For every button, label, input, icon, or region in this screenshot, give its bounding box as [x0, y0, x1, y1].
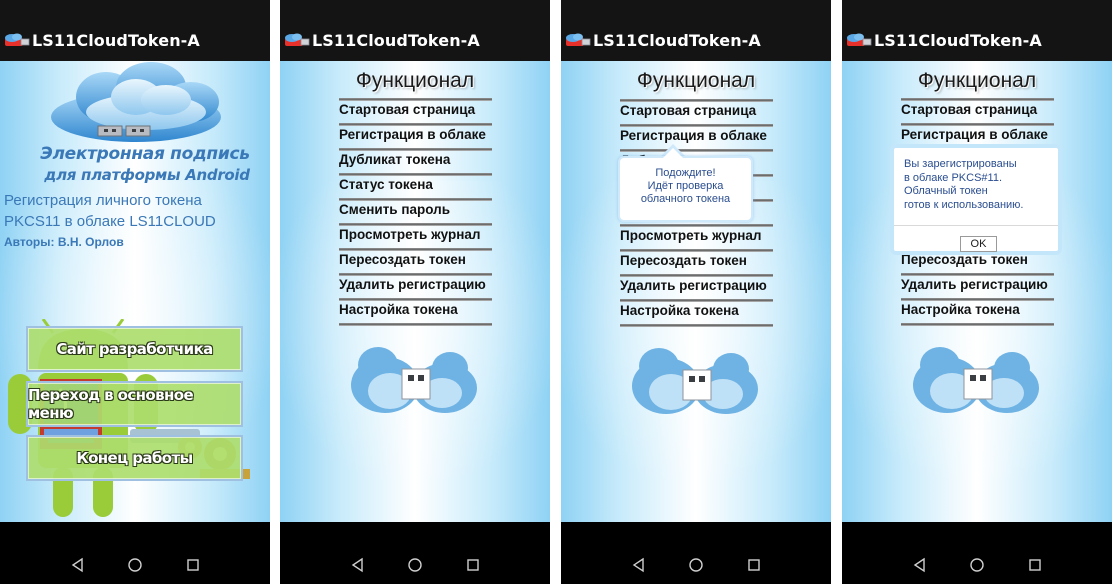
registration-line-2: PKCS11 в облаке LS11CLOUD — [4, 213, 216, 230]
phone-screen-result: LS11CloudToken-A Функционал Стартовая ст… — [842, 0, 1112, 584]
back-icon[interactable] — [631, 557, 647, 573]
app-title: LS11CloudToken-A — [874, 31, 1042, 50]
app-title: LS11CloudToken-A — [593, 31, 761, 50]
developer-site-button[interactable]: Сайт разработчика — [26, 326, 243, 372]
splash-content: Электронная подпись для платформы Androi… — [0, 61, 270, 522]
recents-icon[interactable] — [465, 557, 481, 573]
menu-heading: Функционал — [636, 69, 756, 92]
menu-item-recreate-token[interactable]: Пересоздать токен — [620, 249, 773, 274]
dialog-line-2: в облаке PKCS#11. — [904, 171, 1003, 184]
menu-item-delete-registration[interactable]: Удалить регистрацию — [901, 273, 1054, 298]
progress-line-1: Подождите! — [655, 167, 716, 179]
menu-content: Функционал Стартовая страница Регистраци… — [280, 61, 550, 522]
dialog-line-3: Облачный токен — [904, 185, 988, 197]
cloud-usb-icon — [351, 347, 477, 413]
menu-item-token-settings[interactable]: Настройка токена — [620, 299, 773, 327]
dialog-divider — [894, 225, 1058, 226]
menu-item-start-page[interactable]: Стартовая страница — [339, 98, 492, 123]
phone-screen-splash: LS11CloudToken-A Электронная подпись для… — [0, 0, 270, 584]
app-usb-cloud-icon — [5, 33, 30, 46]
tagline-line-1: Электронная подпись — [40, 144, 250, 164]
menu-item-delete-registration[interactable]: Удалить регистрацию — [339, 273, 492, 298]
recents-icon[interactable] — [1027, 557, 1043, 573]
menu-item-token-settings[interactable]: Настройка токена — [901, 298, 1054, 326]
menu-item-cloud-registration[interactable]: Регистрация в облаке — [620, 124, 773, 149]
menu-heading: Функционал — [355, 69, 475, 92]
authors-text: Авторы: В.Н. Орлов — [4, 235, 124, 249]
main-menu-button[interactable]: Переход в основное меню — [26, 381, 243, 427]
app-title: LS11CloudToken-A — [312, 31, 480, 50]
ok-button[interactable]: OK — [960, 236, 997, 252]
home-icon[interactable] — [969, 557, 985, 573]
menu-content: Функционал Стартовая страница Регистраци… — [561, 61, 831, 522]
menu-item-token-settings[interactable]: Настройка токена — [339, 298, 492, 326]
system-navbar — [280, 522, 550, 584]
cloud-usb-icon — [632, 348, 758, 414]
back-icon[interactable] — [70, 557, 86, 573]
app-titlebar: LS11CloudToken-A — [561, 0, 831, 61]
app-titlebar: LS11CloudToken-A — [280, 0, 550, 61]
back-icon[interactable] — [912, 557, 928, 573]
dialog-line-4: готов к использованию. — [904, 198, 1024, 211]
progress-line-3: облачного токена — [640, 193, 731, 205]
menu-item-view-log[interactable]: Просмотреть журнал — [620, 224, 773, 249]
app-title: LS11CloudToken-A — [32, 31, 200, 50]
menu-item-delete-registration[interactable]: Удалить регистрацию — [620, 274, 773, 299]
app-titlebar: LS11CloudToken-A — [0, 0, 270, 61]
cloud-usb-icon — [913, 347, 1039, 413]
menu-item-recreate-token[interactable]: Пересоздать токен — [339, 248, 492, 273]
phone-screen-menu: LS11CloudToken-A Функционал Стартовая ст… — [280, 0, 550, 584]
system-navbar — [561, 522, 831, 584]
registration-line-1: Регистрация личного токена — [4, 192, 202, 209]
menu-heading: Функционал — [917, 69, 1037, 92]
popup-pointer-inner — [662, 148, 684, 159]
system-navbar — [0, 522, 270, 584]
home-icon[interactable] — [407, 557, 423, 573]
app-usb-cloud-icon — [285, 33, 310, 46]
system-navbar — [842, 522, 1112, 584]
menu-item-view-log[interactable]: Просмотреть журнал — [339, 223, 492, 248]
menu-item-start-page[interactable]: Стартовая страница — [901, 98, 1054, 123]
menu-item-token-duplicate[interactable]: Дубликат токена — [339, 148, 492, 173]
app-titlebar: LS11CloudToken-A — [842, 0, 1112, 61]
menu-item-token-status[interactable]: Статус токена — [339, 173, 492, 198]
home-icon[interactable] — [127, 557, 143, 573]
cloud-logo-icon — [51, 62, 221, 142]
progress-popup: Подождите! Идёт проверка облачного токен… — [618, 156, 753, 222]
dialog-line-1: Вы зарегистрированы — [904, 158, 1017, 170]
app-usb-cloud-icon — [847, 33, 872, 46]
tagline-line-2: для платформы Android — [44, 166, 250, 184]
recents-icon[interactable] — [746, 557, 762, 573]
menu-item-start-page[interactable]: Стартовая страница — [620, 99, 773, 124]
back-icon[interactable] — [350, 557, 366, 573]
registration-result-dialog: Вы зарегистрированы в облаке PKCS#11. Об… — [890, 144, 1062, 255]
menu-item-cloud-registration[interactable]: Регистрация в облаке — [339, 123, 492, 148]
recents-icon[interactable] — [185, 557, 201, 573]
home-icon[interactable] — [688, 557, 704, 573]
exit-button[interactable]: Конец работы — [26, 435, 243, 481]
menu-content: Функционал Стартовая страница Регистраци… — [842, 61, 1112, 522]
dialog-message: Вы зарегистрированы в облаке PKCS#11. Об… — [904, 158, 1054, 212]
phone-screen-progress: LS11CloudToken-A Функционал Стартовая ст… — [561, 0, 831, 584]
app-usb-cloud-icon — [566, 33, 591, 46]
menu-item-change-password[interactable]: Сменить пароль — [339, 198, 492, 223]
progress-line-2: Идёт проверка — [647, 180, 724, 192]
